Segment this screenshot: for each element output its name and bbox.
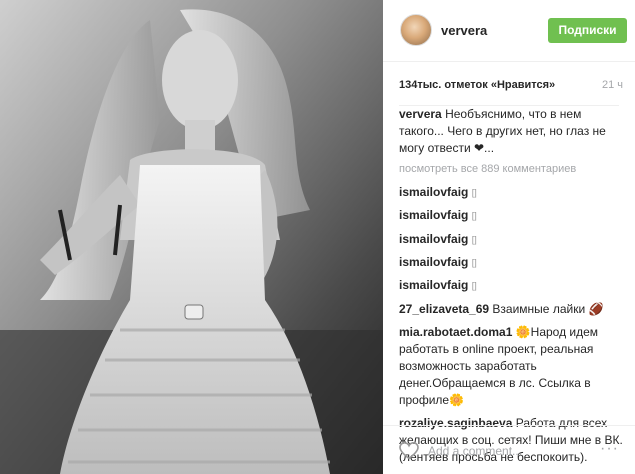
comment-item: ismailovfaig [] <box>399 277 623 294</box>
comment-username[interactable]: ismailovfaig <box>399 185 468 199</box>
more-options-icon[interactable]: ··· <box>600 440 619 458</box>
post-side-panel: ververa Подписки 134тыс. отметок «Нравит… <box>383 0 635 474</box>
comment-username[interactable]: ismailovfaig <box>399 255 468 269</box>
comment-username[interactable]: ismailovfaig <box>399 208 468 222</box>
heart-icon[interactable] <box>399 442 419 460</box>
comment-item: mia.rabotaet.doma1 🌼Народ идем работать … <box>399 324 623 409</box>
comment-username[interactable]: 27_elizaveta_69 <box>399 302 489 316</box>
comment-text: [] <box>471 280 477 291</box>
view-all-comments-link[interactable]: посмотреть все 889 комментариев <box>399 161 623 178</box>
post-time[interactable]: 21 ч <box>602 79 623 91</box>
comment-item: ismailovfaig [] <box>399 184 623 201</box>
likes-row: 134тыс. отметок «Нравится» 21 ч <box>383 62 635 106</box>
avatar[interactable] <box>400 14 432 46</box>
username-link[interactable]: ververa <box>441 23 487 38</box>
comment-text: Взаимные лайки 🏈 <box>492 301 604 316</box>
likes-count[interactable]: 134тыс. отметок «Нравится» <box>399 79 555 91</box>
comment-username[interactable]: ismailovfaig <box>399 232 468 246</box>
comment-text: [] <box>471 257 477 268</box>
comment-username[interactable]: ismailovfaig <box>399 278 468 292</box>
follow-button[interactable]: Подписки <box>548 18 627 43</box>
comment-text: [] <box>471 210 477 221</box>
add-comment-bar: ··· <box>383 425 635 474</box>
post-header: ververa Подписки <box>383 0 635 62</box>
comment-item: ismailovfaig [] <box>399 254 623 271</box>
caption-username[interactable]: ververa <box>399 107 442 121</box>
comment-item: ismailovfaig [] <box>399 207 623 224</box>
photo-illustration <box>0 0 383 474</box>
comment-text: [] <box>471 187 477 198</box>
comment-item: ismailovfaig [] <box>399 231 623 248</box>
post-photo[interactable] <box>0 0 383 474</box>
comment-username[interactable]: mia.rabotaet.doma1 <box>399 325 512 339</box>
caption: ververa Необъяснимо, что в нем такого...… <box>399 106 623 157</box>
comment-text: [] <box>471 233 477 244</box>
comment-item: 27_elizaveta_69 Взаимные лайки 🏈 <box>399 301 623 318</box>
comments-list: ververa Необъяснимо, что в нем такого...… <box>399 106 623 466</box>
add-comment-input[interactable] <box>428 440 588 462</box>
